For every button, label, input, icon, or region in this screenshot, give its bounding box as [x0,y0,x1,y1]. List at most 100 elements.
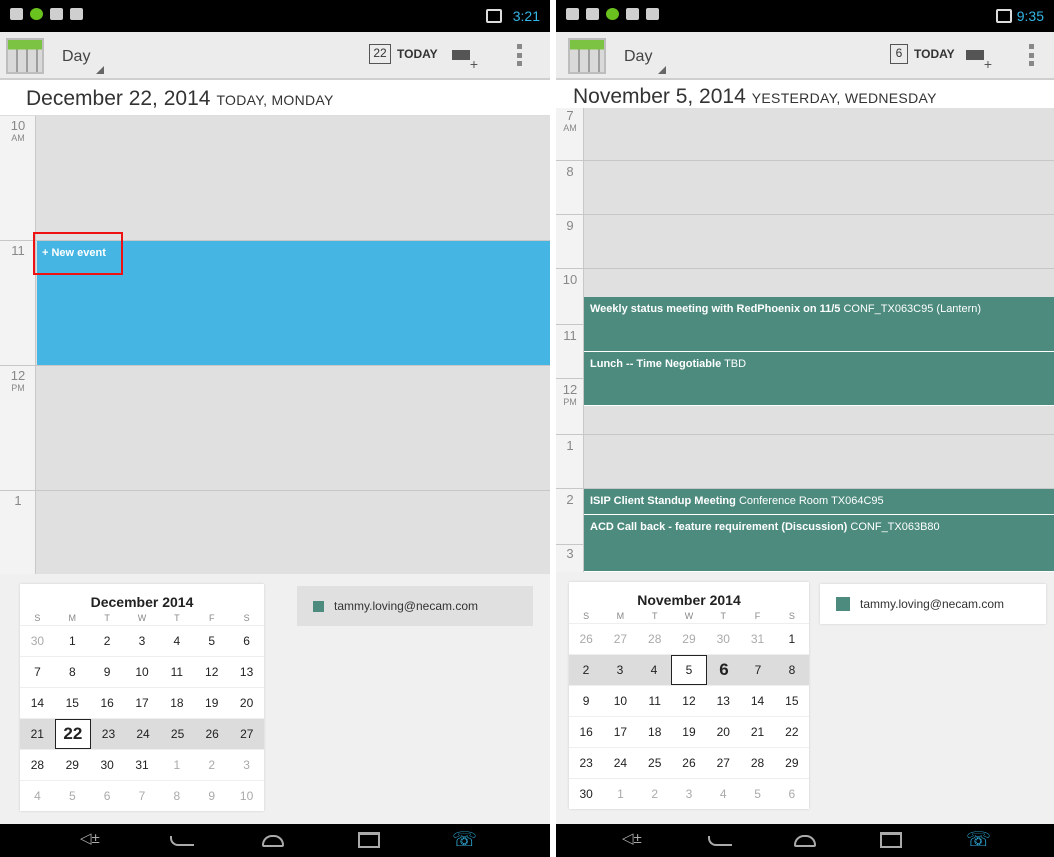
day-cell[interactable]: 9 [569,687,603,715]
day-cell[interactable]: 11 [638,687,672,715]
day-cell[interactable]: 27 [229,720,264,748]
day-cell[interactable]: 14 [20,689,55,717]
day-cell[interactable]: 7 [125,782,160,810]
day-cell[interactable]: 20 [229,689,264,717]
home-icon[interactable] [794,835,816,847]
day-cell[interactable]: 29 [672,625,706,653]
day-cell[interactable]: 3 [603,656,637,684]
day-cell[interactable]: 13 [706,687,740,715]
day-cell[interactable]: 4 [159,627,194,655]
view-selector[interactable]: Day [624,48,668,74]
day-cell[interactable]: 14 [740,687,774,715]
day-cell[interactable]: 1 [775,625,809,653]
day-cell[interactable]: 2 [194,751,229,779]
day-cell[interactable]: 25 [160,720,195,748]
day-cell[interactable]: 30 [20,627,55,655]
day-cell[interactable]: 29 [775,749,809,777]
day-cell[interactable]: 20 [706,718,740,746]
day-cell[interactable]: 3 [125,627,160,655]
day-cell[interactable]: 1 [55,627,90,655]
day-cell[interactable]: 12 [672,687,706,715]
day-cell[interactable]: 4 [20,782,55,810]
day-cell[interactable]: 10 [603,687,637,715]
volume-icon[interactable] [80,829,102,848]
day-cell[interactable]: 8 [55,658,90,686]
day-cell[interactable]: 3 [672,780,706,808]
day-cell[interactable]: 6 [90,782,125,810]
day-cell[interactable]: 2 [90,627,125,655]
day-cell[interactable]: 3 [229,751,264,779]
day-cell[interactable]: 4 [637,656,671,684]
day-cell[interactable]: 9 [90,658,125,686]
event-block[interactable]: ISIP Client Standup Meeting Conference R… [584,489,1054,515]
day-cell[interactable]: 19 [194,689,229,717]
day-cell[interactable]: 15 [55,689,90,717]
new-event-icon[interactable] [966,48,992,72]
today-button[interactable]: 6 TODAY [890,44,955,64]
day-cell[interactable]: 23 [569,749,603,777]
day-cell[interactable]: 5 [55,782,90,810]
day-cell[interactable]: 6 [775,780,809,808]
day-cell[interactable]: 28 [740,749,774,777]
day-cell[interactable]: 30 [706,625,740,653]
account-item[interactable]: tammy.loving@necam.com [297,586,533,626]
calendar-app-icon[interactable] [568,38,606,74]
calendar-app-icon[interactable] [6,38,44,74]
phone-icon[interactable] [966,827,991,852]
day-cell[interactable]: 5 [740,780,774,808]
day-cell[interactable]: 10 [229,782,264,810]
phone-icon[interactable] [452,827,477,852]
day-cell[interactable]: 2 [638,780,672,808]
day-cell[interactable]: 26 [195,720,230,748]
day-cell[interactable]: 5 [194,627,229,655]
day-cell[interactable]: 7 [741,656,775,684]
day-cell[interactable]: 4 [706,780,740,808]
selected-day-cell[interactable]: 5 [671,655,707,685]
day-cell[interactable]: 31 [125,751,160,779]
volume-icon[interactable] [622,829,644,848]
day-cell[interactable]: 16 [90,689,125,717]
day-cell[interactable]: 17 [125,689,160,717]
day-cell[interactable]: 18 [638,718,672,746]
day-cell[interactable]: 28 [638,625,672,653]
day-cell[interactable]: 22 [775,718,809,746]
back-icon[interactable] [708,836,732,846]
account-item[interactable]: tammy.loving@necam.com [820,584,1046,624]
day-cell[interactable]: 28 [20,751,55,779]
day-cell[interactable]: 30 [90,751,125,779]
day-cell[interactable]: 12 [194,658,229,686]
day-cell[interactable]: 18 [159,689,194,717]
recent-apps-icon[interactable] [880,832,902,848]
day-cell[interactable]: 10 [125,658,160,686]
day-cell[interactable]: 8 [775,656,809,684]
day-cell[interactable]: 26 [672,749,706,777]
day-cell[interactable]: 15 [775,687,809,715]
day-cell[interactable]: 2 [569,656,603,684]
day-cell[interactable]: 29 [55,751,90,779]
day-cell[interactable]: 24 [603,749,637,777]
day-cell[interactable]: 6 [229,627,264,655]
day-cell[interactable]: 23 [91,720,126,748]
back-icon[interactable] [170,836,194,846]
day-cell[interactable]: 31 [740,625,774,653]
view-selector[interactable]: Day [62,48,106,74]
day-cell[interactable]: 13 [229,658,264,686]
day-cell[interactable]: 25 [638,749,672,777]
day-cell[interactable]: 8 [159,782,194,810]
day-cell[interactable]: 17 [603,718,637,746]
day-cell[interactable]: 16 [569,718,603,746]
recent-apps-icon[interactable] [358,832,380,848]
day-cell[interactable]: 27 [706,749,740,777]
event-block[interactable]: ACD Call back - feature requirement (Dis… [584,515,1054,572]
overflow-menu-icon[interactable] [517,44,523,66]
day-cell[interactable]: 24 [126,720,161,748]
day-cell[interactable]: 7 [20,658,55,686]
new-event-icon[interactable] [452,48,478,72]
day-grid[interactable]: 10 AM 11 12 PM 1 + New event [0,116,550,574]
day-cell[interactable]: 11 [159,658,194,686]
today-day-cell[interactable]: 6 [707,656,741,684]
today-button[interactable]: 22 TODAY [369,44,438,64]
day-cell[interactable]: 30 [569,780,603,808]
day-cell[interactable]: 1 [603,780,637,808]
event-block[interactable]: Lunch -- Time Negotiable TBD [584,352,1054,406]
